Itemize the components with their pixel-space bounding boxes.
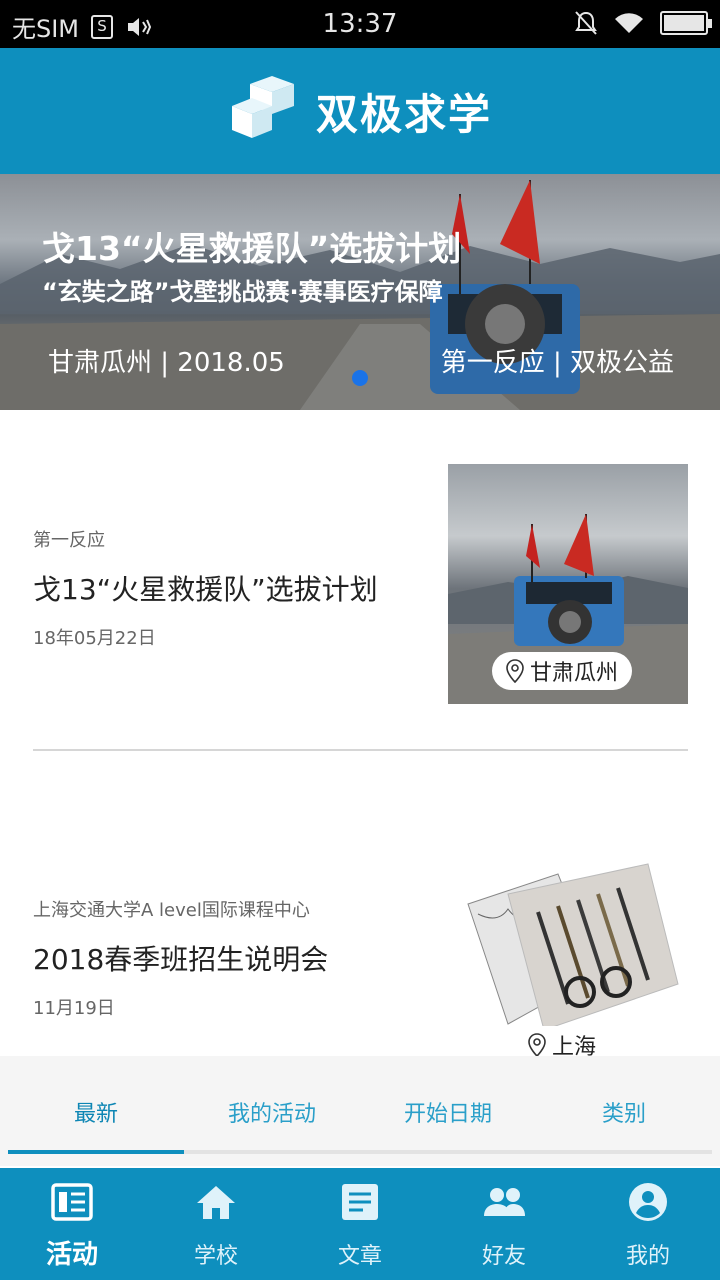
location-pin-icon: [506, 659, 524, 683]
wifi-icon: [615, 13, 643, 33]
nav-item-friends[interactable]: 好友: [432, 1168, 576, 1280]
item-title: 2018春季班招生说明会: [33, 943, 329, 976]
filter-tabs: 最新 我的活动 开始日期 类别: [0, 1056, 720, 1166]
item-date: 11月19日: [33, 998, 115, 1019]
list-item[interactable]: 第一反应 戈13“火星救援队”选拔计划 18年05月22日 甘肃瓜州: [0, 410, 720, 751]
nav-item-school[interactable]: 学校: [144, 1168, 288, 1280]
tab-start-date[interactable]: 开始日期: [360, 1096, 536, 1128]
nav-item-articles[interactable]: 文章: [288, 1168, 432, 1280]
tab-category[interactable]: 类别: [536, 1096, 712, 1128]
activity-feed: 第一反应 戈13“火星救援队”选拔计划 18年05月22日 甘肃瓜州 上海交通大…: [0, 410, 720, 1056]
banner-place-date: 甘肃瓜州 | 2018.05: [48, 348, 285, 378]
item-source: 上海交通大学A level国际课程中心: [33, 900, 310, 921]
banner-organizer: 第一反应 | 双极公益: [440, 348, 674, 378]
nav-item-me[interactable]: 我的: [576, 1168, 720, 1280]
location-badge: 上海: [514, 1026, 611, 1056]
item-source: 第一反应: [33, 530, 105, 551]
item-title: 戈13“火星救援队”选拔计划: [33, 573, 378, 606]
location-label: 甘肃瓜州: [530, 661, 619, 686]
bottom-nav: 活动 学校 文章 好友 我的: [0, 1168, 720, 1280]
item-date: 18年05月22日: [33, 628, 156, 649]
item-thumbnail: 甘肃瓜州: [448, 464, 688, 704]
promo-banner[interactable]: 戈13“火星救援队”选拔计划 “玄奘之路”戈壁挑战赛·赛事医疗保障 甘肃瓜州 |…: [0, 174, 720, 410]
pens-box-photo: [467, 863, 679, 1031]
nav-label: 学校: [193, 1244, 238, 1269]
newspaper-icon: [51, 1183, 93, 1221]
nav-label: 我的: [625, 1244, 670, 1269]
app-title: 双极求学: [315, 89, 492, 139]
home-icon: [197, 1186, 235, 1219]
item-thumbnail: 上海: [448, 834, 688, 1056]
carousel-indicator[interactable]: [352, 370, 368, 386]
nav-label: 文章: [337, 1244, 382, 1269]
people-icon: [484, 1188, 525, 1216]
nav-label: 活动: [45, 1240, 98, 1270]
list-item[interactable]: 上海交通大学A level国际课程中心 2018春季班招生说明会 11月19日: [0, 750, 720, 1056]
mute-bell-icon: [575, 11, 597, 35]
banner-title: 戈13“火星救援队”选拔计划: [42, 229, 462, 268]
tab-indicator: [8, 1150, 184, 1154]
tab-latest[interactable]: 最新: [8, 1096, 184, 1128]
app-logo-icon: [231, 76, 294, 138]
article-icon: [342, 1184, 378, 1220]
account-icon: [629, 1183, 667, 1221]
location-label: 上海: [552, 1035, 597, 1056]
tab-my-activities[interactable]: 我的活动: [184, 1096, 360, 1128]
battery-icon: [660, 11, 712, 35]
nav-item-activities[interactable]: 活动: [0, 1168, 144, 1280]
location-badge: 甘肃瓜州: [492, 652, 633, 690]
status-bar: 无SIM S 13:37: [0, 0, 720, 48]
nav-label: 好友: [481, 1244, 526, 1269]
app-header: 双极求学: [0, 48, 720, 174]
banner-subtitle: “玄奘之路”戈壁挑战赛·赛事医疗保障: [42, 278, 443, 306]
location-pin-icon: [528, 1033, 546, 1056]
